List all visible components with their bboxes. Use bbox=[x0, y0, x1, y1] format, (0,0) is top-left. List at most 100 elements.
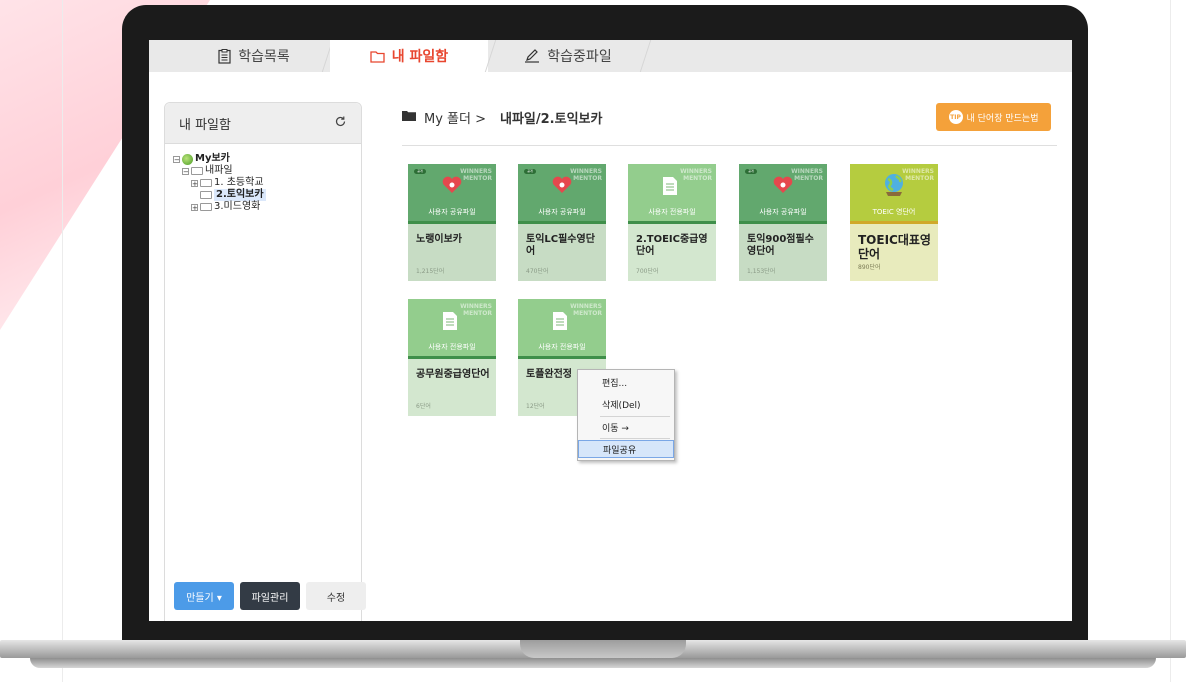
card-type: TOEIC 영단어 bbox=[872, 208, 916, 216]
tab-label: 학습목록 bbox=[238, 49, 290, 65]
create-button[interactable]: 만들기 ▾ bbox=[174, 582, 234, 610]
tab-label: 내 파일함 bbox=[391, 49, 449, 65]
tab-my-files[interactable]: 내 파일함 bbox=[330, 40, 488, 72]
card-title: 토익900점필수영단어 bbox=[747, 234, 814, 257]
sidebar-header: 내 파일함 bbox=[165, 103, 361, 144]
card-count: 6단어 bbox=[416, 403, 431, 410]
pencil-icon bbox=[524, 49, 540, 63]
divider bbox=[402, 145, 1057, 146]
tree-label: My보카 bbox=[195, 153, 230, 164]
card-count: 470단어 bbox=[526, 268, 549, 275]
folder-icon bbox=[191, 167, 203, 175]
sidebar-actions: 만들기 ▾ 파일관리 수정 bbox=[174, 582, 366, 610]
card-count: 700단어 bbox=[636, 268, 659, 275]
watermark: WINNERS MENTOR bbox=[460, 303, 492, 317]
public-badge: 공개 bbox=[414, 169, 426, 174]
expand-icon[interactable]: + bbox=[191, 203, 198, 211]
laptop-base bbox=[0, 640, 1186, 682]
card-title: TOEIC대표영단어 bbox=[858, 233, 931, 261]
guide-line bbox=[1170, 0, 1171, 682]
vocab-card[interactable]: WINNERS MENTOR 공개 사용자 공유파일 토익900점필수영단어 1,… bbox=[739, 164, 827, 281]
guide-line bbox=[62, 0, 63, 682]
heart-icon bbox=[552, 176, 572, 198]
tip-label: 내 단어장 만드는법 bbox=[966, 113, 1039, 124]
manage-files-button[interactable]: 파일관리 bbox=[240, 582, 300, 610]
menu-item-edit[interactable]: 편집... bbox=[578, 373, 674, 391]
breadcrumb-prefix[interactable]: My 폴더 > bbox=[424, 108, 486, 127]
collapse-icon[interactable]: − bbox=[173, 155, 180, 163]
card-type: 사용자 전용파일 bbox=[648, 208, 696, 216]
tree-item-selected[interactable]: 2.토익보카 bbox=[173, 189, 266, 201]
card-title: 공무원중급영단어 bbox=[416, 369, 490, 380]
refresh-icon[interactable] bbox=[334, 115, 347, 132]
card-type: 사용자 전용파일 bbox=[538, 343, 586, 351]
heart-icon bbox=[442, 176, 462, 198]
clipboard-icon bbox=[218, 48, 231, 64]
tree-label: 3.미드영화 bbox=[214, 201, 261, 212]
vocab-card[interactable]: WINNERS MENTOR 공개 사용자 공유파일 노랭이보카 1,215단어 bbox=[408, 164, 496, 281]
folder-icon bbox=[200, 191, 212, 199]
tree-root[interactable]: − My보카 bbox=[173, 153, 266, 165]
globe-icon bbox=[182, 153, 193, 165]
vocab-card[interactable]: WINNERS MENTOR 공개 사용자 공유파일 토익LC필수영단어 470단… bbox=[518, 164, 606, 281]
watermark: WINNERS MENTOR bbox=[460, 168, 492, 182]
card-count: 12단어 bbox=[526, 403, 545, 410]
tree-folder[interactable]: − 내파일 bbox=[173, 165, 266, 177]
tip-button[interactable]: TIP 내 단어장 만드는법 bbox=[936, 103, 1051, 131]
card-title: 2.TOEIC중급영단어 bbox=[636, 234, 708, 257]
watermark: WINNERS MENTOR bbox=[791, 168, 823, 182]
card-type: 사용자 공유파일 bbox=[538, 208, 586, 216]
folder-tree: − My보카 − 내파일 + 1. 초등학교 2.토익보카 + 3.미드영화 bbox=[173, 153, 266, 213]
vocab-card[interactable]: WINNERS MENTOR 사용자 전용파일 공무원중급영단어 6단어 bbox=[408, 299, 496, 416]
public-badge: 공개 bbox=[745, 169, 757, 174]
folder-icon bbox=[200, 203, 212, 211]
document-icon bbox=[442, 311, 458, 335]
context-menu: 편집... 삭제(Del) 이동 → 파일공유 bbox=[577, 369, 675, 461]
globe-icon bbox=[882, 172, 906, 202]
menu-item-share[interactable]: 파일공유 bbox=[578, 440, 674, 458]
tab-bar: 학습목록 내 파일함 학습중파일 bbox=[149, 40, 1072, 72]
folder-icon bbox=[200, 179, 212, 187]
expand-icon[interactable]: + bbox=[191, 179, 198, 187]
tip-badge: TIP bbox=[948, 110, 963, 124]
tree-label: 2.토익보카 bbox=[214, 189, 266, 201]
card-type: 사용자 공유파일 bbox=[759, 208, 807, 216]
sidebar: 내 파일함 − My보카 − 내파일 + 1. 초등학교 2.토익보카 + 3.… bbox=[164, 102, 366, 621]
sidebar-title: 내 파일함 bbox=[179, 117, 231, 133]
tree-item[interactable]: + 1. 초등학교 bbox=[173, 177, 266, 189]
menu-separator bbox=[600, 438, 670, 439]
tree-label: 내파일 bbox=[205, 165, 233, 176]
document-icon bbox=[552, 311, 568, 335]
tab-in-progress[interactable]: 학습중파일 bbox=[493, 40, 643, 72]
document-icon bbox=[662, 176, 678, 200]
watermark: WINNERS MENTOR bbox=[570, 303, 602, 317]
edit-button[interactable]: 수정 bbox=[306, 582, 366, 610]
card-count: 1,215단어 bbox=[416, 268, 445, 275]
card-title: 노랭이보카 bbox=[416, 234, 462, 245]
card-count: 1,153단어 bbox=[747, 268, 776, 275]
tab-study-list[interactable]: 학습목록 bbox=[179, 40, 329, 72]
breadcrumb-path: 내파일/2.토익보카 bbox=[500, 112, 603, 127]
watermark: WINNERS MENTOR bbox=[680, 168, 712, 182]
menu-item-delete[interactable]: 삭제(Del) bbox=[578, 395, 674, 413]
card-count: 890단어 bbox=[858, 264, 881, 271]
watermark: WINNERS MENTOR bbox=[570, 168, 602, 182]
vocab-card[interactable]: WINNERS MENTOR 사용자 전용파일 2.TOEIC중급영단어 700단… bbox=[628, 164, 716, 281]
menu-separator bbox=[600, 416, 670, 417]
card-type: 사용자 전용파일 bbox=[428, 343, 476, 351]
watermark: WINNERS MENTOR bbox=[902, 168, 934, 182]
menu-item-move[interactable]: 이동 → bbox=[578, 418, 674, 436]
card-title: 토익LC필수영단어 bbox=[526, 234, 595, 257]
folder-icon bbox=[402, 110, 416, 125]
tree-label: 1. 초등학교 bbox=[214, 177, 264, 188]
public-badge: 공개 bbox=[524, 169, 536, 174]
folder-icon bbox=[370, 50, 385, 63]
app-screen: 학습목록 내 파일함 학습중파일 내 파일함 − My보카 − 내파일 + 1.… bbox=[149, 40, 1072, 621]
card-type: 사용자 공유파일 bbox=[428, 208, 476, 216]
tab-label: 학습중파일 bbox=[547, 49, 612, 65]
collapse-icon[interactable]: − bbox=[182, 167, 189, 175]
tree-item[interactable]: + 3.미드영화 bbox=[173, 201, 266, 213]
vocab-card[interactable]: WINNERS MENTOR TOEIC 영단어 TOEIC대표영단어 890단어 bbox=[850, 164, 938, 281]
heart-icon bbox=[773, 176, 793, 198]
breadcrumb: My 폴더 > 내파일/2.토익보카 bbox=[402, 108, 602, 127]
